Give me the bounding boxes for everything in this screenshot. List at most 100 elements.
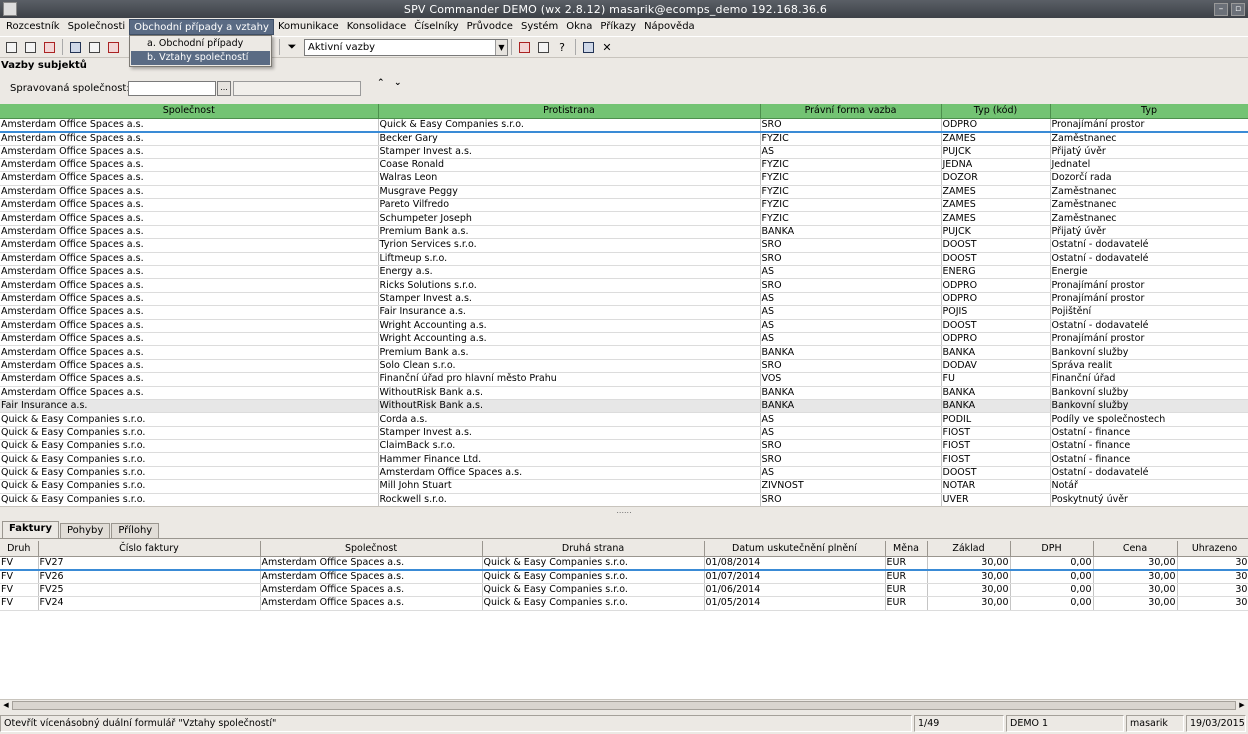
table-cell[interactable]: Přijatý úvěr [1050,225,1248,240]
table-cell[interactable]: Quick & Easy Companies s.r.o. [0,452,379,467]
table-cell[interactable]: Pojištění [1050,305,1248,320]
table-cell[interactable]: Pronajímání prostor [1050,292,1248,307]
table-cell[interactable]: Liftmeup s.r.o. [378,252,761,267]
table-cell[interactable]: Quick & Easy Companies s.r.o. [0,479,379,494]
table-cell[interactable]: Amsterdam Office Spaces a.s. [0,372,379,387]
table-cell[interactable]: DODAV [941,359,1051,374]
table-cell[interactable]: SRO [760,252,942,267]
table-cell[interactable]: Podíly ve společnostech [1050,412,1248,427]
table-cell[interactable]: FV27 [38,555,261,571]
col-header-cena[interactable]: Cena [1093,541,1178,557]
table-row[interactable]: Amsterdam Office Spaces a.s. Wright Accou… [0,319,1248,333]
table-cell[interactable]: Wright Accounting a.s. [378,332,761,347]
table-cell[interactable]: EUR [885,555,928,571]
dropdown-item-vztahy-spolecnosti[interactable]: b. Vztahy společností [131,51,270,65]
menu-system[interactable]: Systém [517,19,562,35]
table-row[interactable]: Quick & Easy Companies s.r.o. Corda a.s. A… [0,412,1248,427]
table-cell[interactable]: ODPRO [941,292,1051,307]
col-header-typ[interactable]: Typ [1050,104,1248,119]
table-cell[interactable]: FYZIC [760,171,942,186]
table-cell[interactable]: DOOST [941,252,1051,267]
table-cell[interactable]: Bankovní služby [1050,399,1248,414]
table-row[interactable]: Amsterdam Office Spaces a.s. Stamper Inve… [0,292,1248,307]
table-cell[interactable]: 30,00 [1093,596,1178,611]
export-icon[interactable] [104,38,122,56]
table-row[interactable]: Fair Insurance a.s. WithoutRisk Bank a.s.… [0,399,1248,414]
menu-ciselniky[interactable]: Číselníky [410,19,462,35]
table-cell[interactable]: ClaimBack s.r.o. [378,439,761,454]
table-cell[interactable]: Amsterdam Office Spaces a.s. [0,278,379,293]
table-cell[interactable]: FV [0,569,39,584]
filter-icon[interactable]: ⏷ [283,38,301,56]
table-cell[interactable]: FIOST [941,426,1051,441]
tab-prilohy[interactable]: Přílohy [111,523,160,538]
col-header-spolecnost[interactable]: Společnost [260,541,483,557]
table-cell[interactable]: Amsterdam Office Spaces a.s. [0,131,379,146]
table-cell[interactable]: Bankovní služby [1050,386,1248,400]
new-icon[interactable] [2,38,20,56]
table-cell[interactable]: WithoutRisk Bank a.s. [378,386,761,400]
table-cell[interactable]: Amsterdam Office Spaces a.s. [0,225,379,240]
table-cell[interactable]: FV [0,555,39,571]
scroll-right-icon[interactable]: ▶ [1236,700,1248,711]
table-cell[interactable]: FV [0,596,39,611]
table-cell[interactable]: Amsterdam Office Spaces a.s. [0,359,379,374]
table-cell[interactable]: Pareto Vilfredo [378,198,761,213]
table-cell[interactable]: Ostatní - dodavatelé [1050,319,1248,333]
table-cell[interactable]: Zaměstnanec [1050,198,1248,213]
menu-okna[interactable]: Okna [562,19,596,35]
collapse-up-icon[interactable]: ⌃ [377,78,385,88]
table-cell[interactable]: Walras Leon [378,171,761,186]
col-header-uhrazeno[interactable]: Uhrazeno [1177,541,1248,557]
table-cell[interactable]: Quick & Easy Companies s.r.o. [0,412,379,427]
table-cell[interactable]: Amsterdam Office Spaces a.s. [0,305,379,320]
table-cell[interactable]: PODIL [941,412,1051,427]
col-header-spolecnost[interactable]: Společnost [0,104,379,119]
table-cell[interactable]: Poskytnutý úvěr [1050,493,1248,506]
table-cell[interactable]: Ostatní - finance [1050,426,1248,441]
table-cell[interactable]: Coase Ronald [378,158,761,173]
table-cell[interactable]: 01/05/2014 [704,596,886,611]
table-row[interactable]: Amsterdam Office Spaces a.s. Wright Accou… [0,332,1248,347]
table-cell[interactable]: Amsterdam Office Spaces a.s. [0,145,379,159]
table-row[interactable]: Quick & Easy Companies s.r.o. Stamper Inv… [0,426,1248,441]
table-cell[interactable]: Dozorčí rada [1050,171,1248,186]
table-cell[interactable]: Amsterdam Office Spaces a.s. [0,386,379,400]
table-row[interactable]: Amsterdam Office Spaces a.s. Premium Bank… [0,225,1248,240]
table-cell[interactable]: Quick & Easy Companies s.r.o. [0,466,379,481]
lifebuoy-icon[interactable] [515,38,533,56]
table-cell[interactable]: SRO [760,439,942,454]
table-row[interactable]: Amsterdam Office Spaces a.s. Coase Ronald… [0,158,1248,173]
panel-splitter[interactable]: ...... [0,506,1248,515]
table-cell[interactable]: AS [760,319,942,333]
table-cell[interactable]: 30,00 [1093,583,1178,597]
table-cell[interactable]: BANKA [941,399,1051,414]
table-cell[interactable]: Musgrave Peggy [378,185,761,200]
table-cell[interactable]: Hammer Finance Ltd. [378,452,761,467]
table-cell[interactable]: UVER [941,493,1051,506]
table-cell[interactable]: Ricks Solutions s.r.o. [378,278,761,293]
table-cell[interactable]: Fair Insurance a.s. [0,399,379,414]
table-cell[interactable]: VOS [760,372,942,387]
table-cell[interactable]: Ostatní - finance [1050,452,1248,467]
table-cell[interactable]: Amsterdam Office Spaces a.s. [0,345,379,360]
col-header-dph[interactable]: DPH [1010,541,1094,557]
table-cell[interactable]: Amsterdam Office Spaces a.s. [0,332,379,347]
database-icon[interactable] [534,38,552,56]
table-cell[interactable]: SRO [760,493,942,506]
table-cell[interactable]: Amsterdam Office Spaces a.s. [260,555,483,571]
table-cell[interactable]: BANKA [941,386,1051,400]
table-cell[interactable]: Jednatel [1050,158,1248,173]
table-cell[interactable]: Stamper Invest a.s. [378,292,761,307]
table-cell[interactable]: ZAMES [941,211,1051,226]
table-row[interactable]: Amsterdam Office Spaces a.s. Quick & Easy… [0,117,1248,133]
table-cell[interactable]: Schumpeter Joseph [378,211,761,226]
table-cell[interactable]: DOOST [941,466,1051,481]
table-cell[interactable]: BANKA [760,386,942,400]
tab-pohyby[interactable]: Pohyby [60,523,111,538]
table-cell[interactable]: Quick & Easy Companies s.r.o. [482,583,705,597]
tab-faktury[interactable]: Faktury [2,521,59,538]
table-row[interactable]: Amsterdam Office Spaces a.s. Musgrave Peg… [0,185,1248,200]
table-cell[interactable]: Stamper Invest a.s. [378,426,761,441]
table-cell[interactable]: SRO [760,117,942,133]
